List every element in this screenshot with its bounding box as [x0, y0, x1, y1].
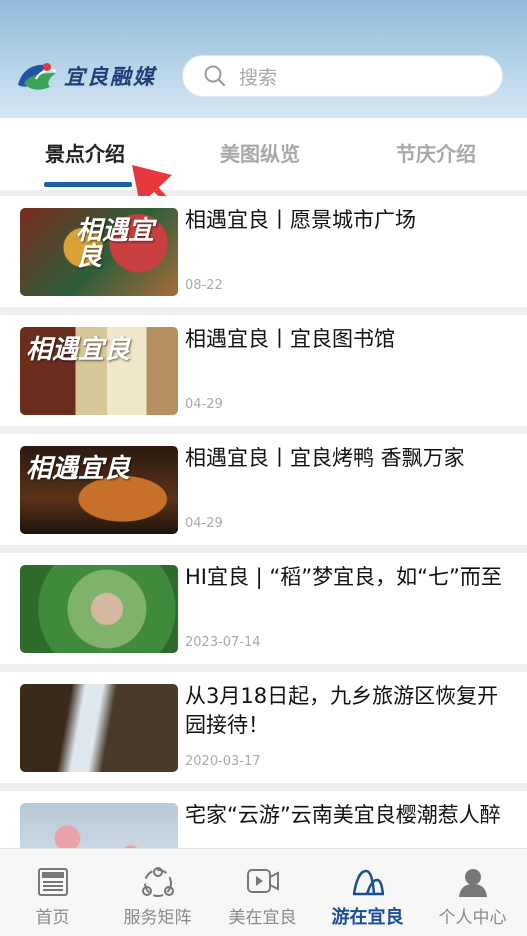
- article-date: 2023-07-14: [185, 635, 261, 650]
- video-icon: [246, 869, 279, 893]
- tab-scenic-intro[interactable]: 景点介绍: [45, 138, 125, 167]
- article-date: 08-22: [185, 278, 223, 293]
- search-placeholder: 搜索: [239, 66, 278, 89]
- article-date: 04-29: [185, 516, 223, 531]
- logo-emblem-icon: [18, 63, 57, 90]
- article-title: 从3月18日起，九乡旅游区恢复开园接待！: [185, 684, 499, 737]
- nav-personal-center-label: 个人中心: [438, 908, 507, 928]
- list-item[interactable]: 从3月18日起，九乡旅游区恢复开园接待！ 2020-03-17: [0, 672, 527, 783]
- list-item[interactable]: 相遇宜良 相遇宜良丨愿景城市广场 08-22: [0, 196, 527, 307]
- nav-personal-center[interactable]: 个人中心: [420, 849, 525, 936]
- thumbnail-caption: 相遇宜良: [76, 216, 155, 272]
- tab-photo-gallery[interactable]: 美图纵览: [220, 138, 300, 167]
- article-thumbnail: 相遇宜良: [20, 327, 178, 415]
- article-thumbnail: 相遇宜良: [20, 446, 178, 534]
- mountain-icon: [352, 869, 384, 896]
- article-title: 宅家“云游”云南美宜良樱潮惹人醉: [185, 803, 501, 827]
- nav-travel-yiliang[interactable]: 游在宜良: [315, 849, 420, 936]
- nav-travel-yiliang-label: 游在宜良: [331, 907, 404, 928]
- article-thumbnail: [20, 565, 178, 653]
- thumbnail-caption: 相遇宜良: [26, 454, 131, 484]
- logo-text: 宜良融媒: [64, 64, 156, 89]
- thumbnail-caption: 相遇宜良: [26, 335, 131, 365]
- tab-festival-intro[interactable]: 节庆介绍: [396, 138, 476, 167]
- search-icon: [204, 65, 225, 86]
- nav-beauty-yiliang[interactable]: 美在宜良: [210, 849, 315, 936]
- search-input[interactable]: 搜索: [182, 55, 503, 97]
- category-tabs: 景点介绍 美图纵览 节庆介绍: [0, 118, 527, 190]
- user-icon: [458, 869, 487, 897]
- app-logo: 宜良融媒: [16, 56, 166, 96]
- article-thumbnail: 相遇宜良: [20, 208, 178, 296]
- app-header: 宜良融媒 搜索: [0, 0, 527, 118]
- nav-home[interactable]: 首页: [0, 849, 105, 936]
- article-title: 相遇宜良丨愿景城市广场: [185, 208, 416, 232]
- nav-service-matrix[interactable]: 服务矩阵: [105, 849, 210, 936]
- nav-home-label: 首页: [35, 908, 70, 928]
- list-item[interactable]: 相遇宜良 相遇宜良丨宜良图书馆 04-29: [0, 315, 527, 426]
- news-icon: [37, 868, 68, 896]
- article-title: HI宜良 | “稻”梦宜良，如“七”而至: [185, 565, 502, 589]
- article-thumbnail: [20, 684, 178, 772]
- matrix-icon: [141, 867, 174, 897]
- nav-beauty-yiliang-label: 美在宜良: [228, 908, 297, 928]
- bottom-navigation: 首页 服务矩阵 美在宜良 游在宜良 个人中心: [0, 848, 527, 936]
- article-date: 04-29: [185, 397, 223, 412]
- article-title: 相遇宜良丨宜良图书馆: [185, 327, 395, 351]
- list-item[interactable]: HI宜良 | “稻”梦宜良，如“七”而至 2023-07-14: [0, 553, 527, 664]
- list-item[interactable]: 相遇宜良 相遇宜良丨宜良烤鸭 香飘万家 04-29: [0, 434, 527, 545]
- article-date: 2020-03-17: [185, 754, 261, 769]
- active-tab-indicator: [44, 182, 132, 187]
- article-title: 相遇宜良丨宜良烤鸭 香飘万家: [185, 446, 465, 470]
- nav-service-matrix-label: 服务矩阵: [123, 908, 192, 928]
